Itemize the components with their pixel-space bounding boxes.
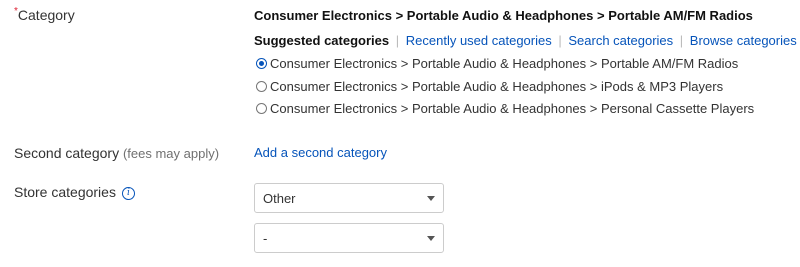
category-option-personal-cassette[interactable]: Consumer Electronics > Portable Audio & … xyxy=(256,101,754,116)
radio-button[interactable] xyxy=(256,81,267,92)
radio-button-selected[interactable] xyxy=(256,58,267,69)
category-label-text: Category xyxy=(17,7,75,23)
store-category-select-1[interactable]: Other xyxy=(254,183,444,213)
tab-separator: | xyxy=(395,33,400,48)
second-category-label-text: Second category xyxy=(14,145,120,161)
selected-category-path: Consumer Electronics > Portable Audio & … xyxy=(254,8,753,23)
category-option-label: Consumer Electronics > Portable Audio & … xyxy=(270,79,724,94)
tab-separator: | xyxy=(558,33,562,48)
store-categories-label-text: Store categories xyxy=(14,184,116,200)
store-category-select-1-value: Other xyxy=(263,190,296,206)
tab-suggested-categories[interactable]: Suggested categories xyxy=(254,33,389,48)
tab-browse-categories[interactable]: Browse categories xyxy=(690,33,797,48)
category-option-ipods-mp3[interactable]: Consumer Electronics > Portable Audio & … xyxy=(256,79,723,94)
category-label: *Category xyxy=(14,6,75,23)
store-categories-label: Store categories i xyxy=(14,184,135,200)
category-option-label: Consumer Electronics > Portable Audio & … xyxy=(270,56,739,71)
tab-separator: | xyxy=(679,33,684,48)
chevron-down-icon xyxy=(427,236,435,241)
required-mark: * xyxy=(14,6,18,17)
second-category-label: Second category (fees may apply) xyxy=(14,145,219,161)
chevron-down-icon xyxy=(427,196,435,201)
fees-note: (fees may apply) xyxy=(122,146,220,161)
tab-recently-used-categories[interactable]: Recently used categories xyxy=(406,33,552,48)
category-option-label: Consumer Electronics > Portable Audio & … xyxy=(270,101,755,116)
category-option-radios-am-fm[interactable]: Consumer Electronics > Portable Audio & … xyxy=(256,56,738,71)
store-category-select-2-value: - xyxy=(263,230,268,246)
radio-button[interactable] xyxy=(256,103,267,114)
tab-search-categories[interactable]: Search categories xyxy=(568,33,673,48)
category-tabs: Suggested categories | Recently used cat… xyxy=(254,33,797,48)
add-second-category-link[interactable]: Add a second category xyxy=(254,145,387,160)
store-category-select-2[interactable]: - xyxy=(254,223,444,253)
info-icon[interactable]: i xyxy=(121,186,135,200)
